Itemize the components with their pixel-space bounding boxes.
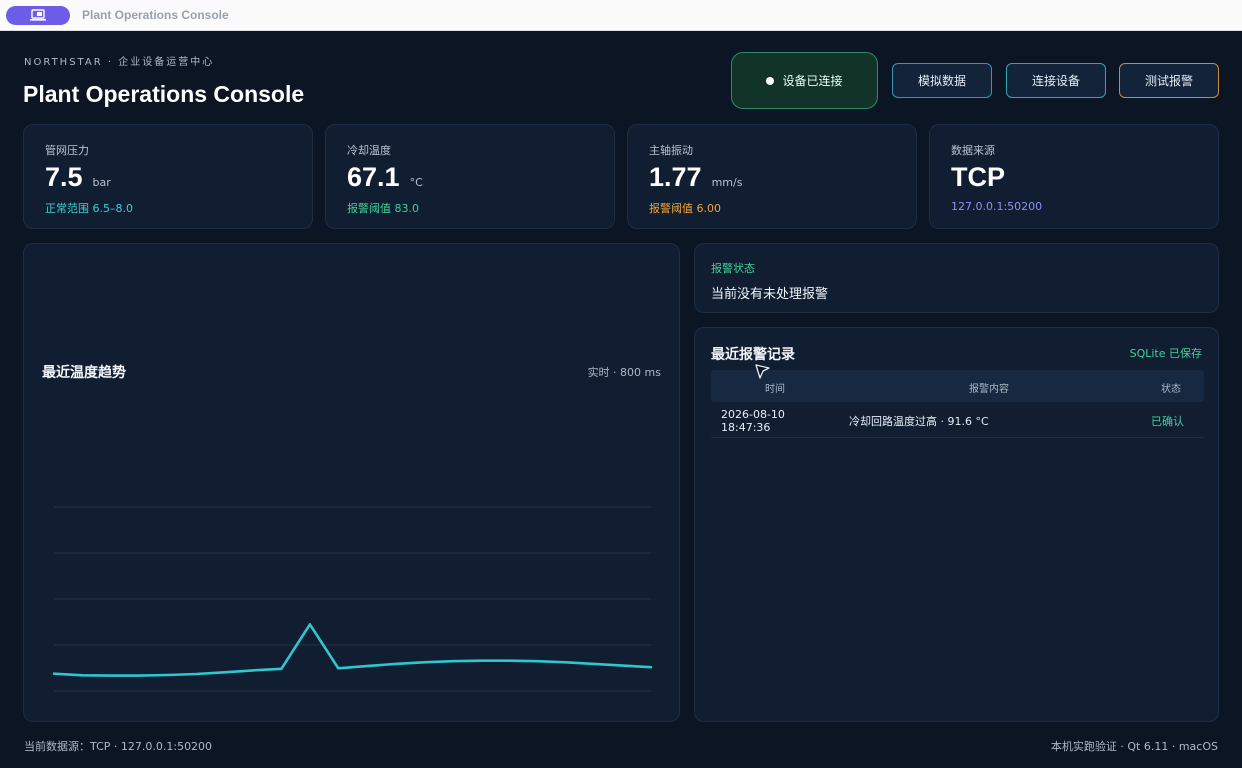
test-alarm-button[interactable]: 测试报警	[1119, 63, 1219, 98]
connect-device-button[interactable]: 连接设备	[1006, 63, 1106, 98]
row-clock: 18:47:36	[721, 421, 771, 434]
alarm-log-header: 时间 报警内容 状态	[711, 370, 1204, 402]
metric-label: 冷却温度	[347, 144, 391, 157]
alarm-status-label: 报警状态	[711, 262, 755, 275]
laptop-icon	[30, 9, 46, 21]
column-header-time: 时间	[765, 384, 785, 395]
main-area: NORTHSTAR · 企业设备运营中心 Plant Operations Co…	[0, 31, 1242, 768]
app-icon-pill[interactable]	[6, 6, 70, 25]
simulate-data-button[interactable]: 模拟数据	[892, 63, 992, 98]
metric-unit: mm/s	[711, 176, 743, 189]
sqlite-saved-badge: SQLite 已保存	[1129, 347, 1202, 360]
row-date: 2026-08-10	[721, 408, 785, 421]
temperature-series-line	[52, 623, 653, 677]
metric-subtext: 报警阈值 83.0	[347, 202, 419, 215]
connection-status-label: 设备已连接	[782, 74, 843, 88]
alarm-log-card: 最近报警记录 SQLite 已保存 时间 报警内容 状态 2026-08-10 1…	[694, 327, 1219, 722]
metric-card-vibration: 主轴振动 1.77 mm/s 报警阈值 6.00	[627, 124, 917, 229]
mouse-cursor-icon	[755, 364, 770, 379]
connection-status-button[interactable]: 设备已连接	[731, 52, 878, 109]
metric-value: 7.5	[45, 162, 83, 192]
metric-label: 管网压力	[45, 144, 89, 157]
temperature-trend-card: 最近温度趋势 实时 · 800 ms	[23, 243, 680, 722]
alarm-log-title: 最近报警记录	[711, 347, 795, 363]
footer-environment: 本机实跑验证 · Qt 6.11 · macOS	[1050, 740, 1218, 753]
metric-subtext: 127.0.0.1:50200	[951, 200, 1043, 213]
window-title: Plant Operations Console	[82, 8, 229, 22]
metric-label: 主轴振动	[649, 144, 693, 157]
metric-card-pressure: 管网压力 7.5 bar 正常范围 6.5–8.0	[23, 124, 313, 229]
metric-value: 1.77	[649, 162, 702, 192]
metric-unit: °C	[409, 176, 423, 189]
status-dot-icon	[766, 76, 775, 85]
column-header-message: 报警内容	[969, 384, 1009, 395]
alarm-status-card: 报警状态 当前没有未处理报警	[694, 243, 1219, 313]
metric-subtext: 报警阈值 6.00	[649, 202, 721, 215]
metric-card-temperature: 冷却温度 67.1 °C 报警阈值 83.0	[325, 124, 615, 229]
alarm-status-message: 当前没有未处理报警	[711, 287, 829, 302]
row-state: 已确认	[1151, 415, 1184, 428]
metric-subtext: 正常范围 6.5–8.0	[45, 202, 133, 215]
column-header-state: 状态	[1161, 384, 1181, 395]
metric-value: TCP	[951, 162, 1005, 192]
metric-card-source: 数据来源 TCP 127.0.0.1:50200	[929, 124, 1219, 229]
footer-data-source: 当前数据源：TCP · 127.0.0.1:50200	[24, 740, 213, 753]
metric-value: 67.1	[347, 162, 400, 192]
window-titlebar: Plant Operations Console	[0, 0, 1242, 31]
row-message: 冷却回路温度过高 · 91.6 °C	[849, 415, 989, 428]
table-row[interactable]: 2026-08-10 18:47:36 冷却回路温度过高 · 91.6 °C 已确…	[711, 402, 1204, 438]
metric-unit: bar	[92, 176, 111, 189]
brand-label: NORTHSTAR · 企业设备运营中心	[24, 57, 215, 68]
metric-label: 数据来源	[951, 144, 995, 157]
page-title: Plant Operations Console	[23, 81, 305, 107]
temperature-trend-chart	[52, 506, 653, 692]
